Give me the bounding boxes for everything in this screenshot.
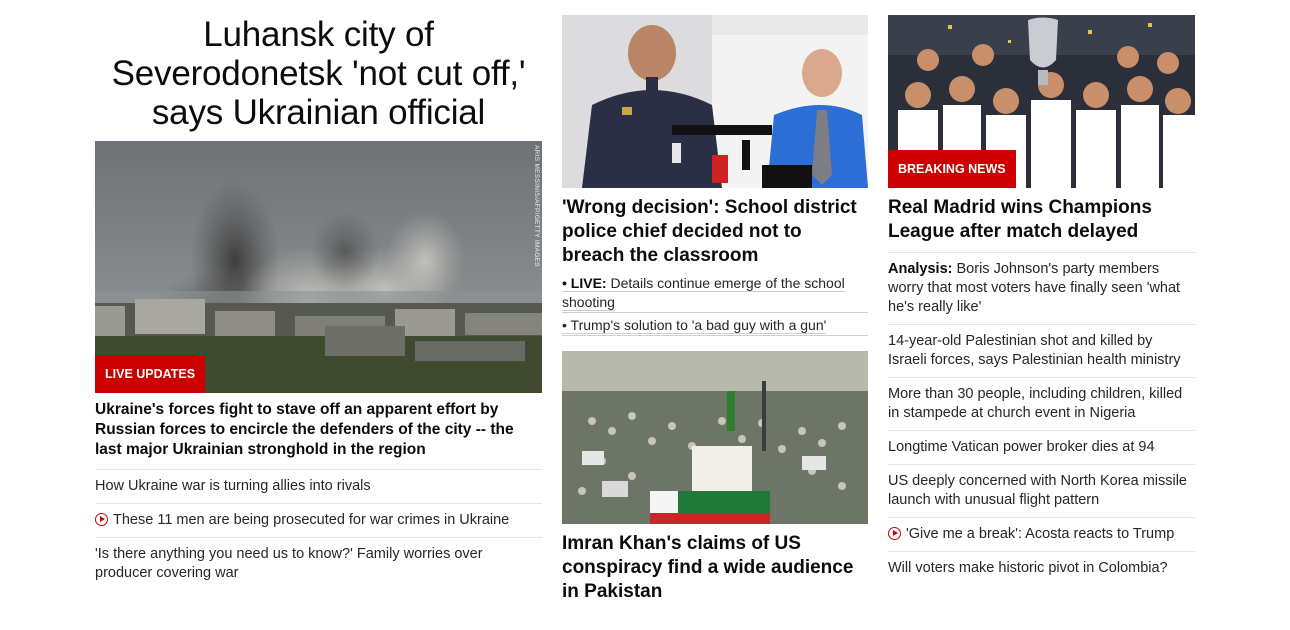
list-item[interactable]: Longtime Vatican power broker dies at 94	[888, 430, 1195, 464]
list-item[interactable]: More than 30 people, including children,…	[888, 377, 1195, 430]
middle-column: 'Wrong decision': School district police…	[562, 0, 868, 602]
list-item[interactable]: How Ukraine war is turning allies into r…	[95, 469, 542, 503]
story-sub-links: • LIVE: Details continue emerge of the s…	[562, 274, 868, 336]
list-item-text: 14-year-old Palestinian shot and killed …	[888, 333, 1181, 368]
lead-image[interactable]: ARIS MESSINIS/AFP/GETTY IMAGES LIVE UPDA…	[95, 141, 542, 393]
rally-crowd-photo	[562, 351, 868, 524]
image-credit: ARIS MESSINIS/AFP/GETTY IMAGES	[533, 145, 540, 267]
breaking-news-badge[interactable]: BREAKING NEWS	[888, 150, 1016, 188]
lead-title[interactable]: Luhansk city of Severodonetsk 'not cut o…	[95, 15, 542, 132]
list-item-text: How Ukraine war is turning allies into r…	[95, 478, 371, 494]
sub-link-trump[interactable]: • Trump's solution to 'a bad guy with a …	[562, 316, 868, 336]
play-video-icon	[95, 513, 108, 526]
right-column: BREAKING NEWS Real Madrid wins Champions…	[888, 0, 1195, 585]
list-item-text: More than 30 people, including children,…	[888, 386, 1183, 421]
list-item[interactable]: Will voters make historic pivot in Colom…	[888, 551, 1195, 585]
list-item-text: US deeply concerned with North Korea mis…	[888, 473, 1187, 508]
lead-headline[interactable]: Ukraine's forces fight to stave off an a…	[95, 400, 542, 460]
list-item[interactable]: These 11 men are being prosecuted for wa…	[95, 503, 542, 537]
press-conference-photo	[562, 15, 868, 188]
play-video-icon	[888, 527, 901, 540]
list-item[interactable]: Analysis: Boris Johnson's party members …	[888, 252, 1195, 324]
imran-khan-image[interactable]	[562, 351, 868, 524]
police-chief-image[interactable]	[562, 15, 868, 188]
story-headline[interactable]: 'Wrong decision': School district police…	[562, 196, 868, 268]
list-item-text: 'Give me a break': Acosta reacts to Trum…	[906, 526, 1175, 542]
live-kicker: • LIVE:	[562, 275, 607, 291]
real-madrid-image[interactable]: BREAKING NEWS	[888, 15, 1195, 188]
story-headline[interactable]: Real Madrid wins Champions League after …	[888, 196, 1195, 244]
sub-link-text: • Trump's solution to 'a bad guy with a …	[562, 317, 827, 334]
list-item-text: Will voters make historic pivot in Colom…	[888, 560, 1168, 576]
list-item[interactable]: 'Give me a break': Acosta reacts to Trum…	[888, 517, 1195, 551]
live-updates-badge[interactable]: LIVE UPDATES	[95, 355, 206, 393]
lead-related-list: How Ukraine war is turning allies into r…	[95, 469, 542, 590]
list-item-text: 'Is there anything you need us to know?'…	[95, 546, 483, 581]
list-item[interactable]: 'Is there anything you need us to know?'…	[95, 537, 542, 590]
list-item[interactable]: 14-year-old Palestinian shot and killed …	[888, 324, 1195, 377]
lead-column: Luhansk city of Severodonetsk 'not cut o…	[95, 0, 542, 590]
analysis-kicker: Analysis:	[888, 261, 953, 277]
sub-link-live[interactable]: • LIVE: Details continue emerge of the s…	[562, 274, 868, 313]
story-headline[interactable]: Imran Khan's claims of US conspiracy fin…	[562, 532, 862, 604]
list-item-text: Longtime Vatican power broker dies at 94	[888, 439, 1155, 455]
list-item[interactable]: US deeply concerned with North Korea mis…	[888, 464, 1195, 517]
list-item-text: These 11 men are being prosecuted for wa…	[113, 512, 510, 528]
right-related-list: Analysis: Boris Johnson's party members …	[888, 252, 1195, 585]
